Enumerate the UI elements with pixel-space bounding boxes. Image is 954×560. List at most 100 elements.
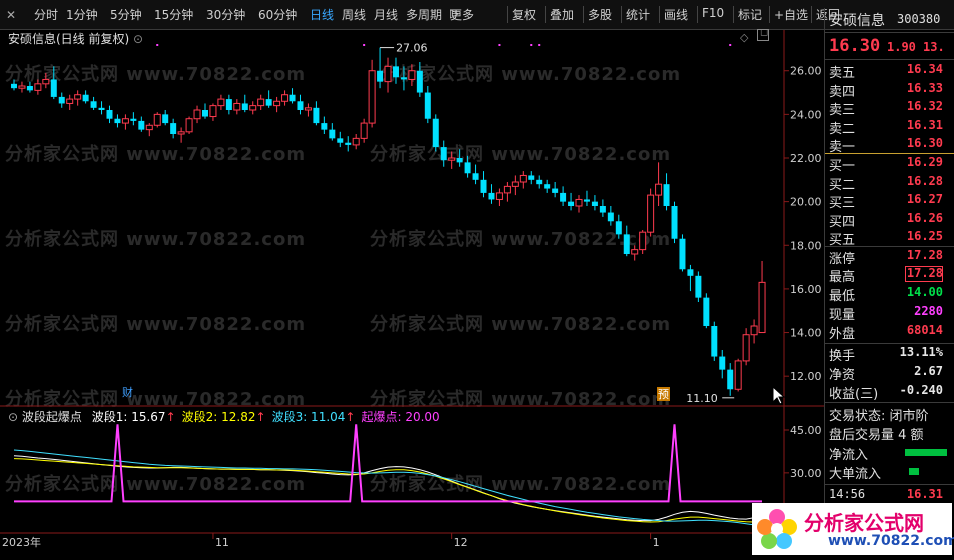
limit-up-value: 17.28	[906, 248, 943, 262]
kline-chart[interactable]: 12.00 14.00 16.00 18.00 20.00 22.00 24.00 26.00…	[0, 30, 824, 560]
bid-value: 16.25	[906, 229, 943, 243]
low-value: 14.00	[906, 285, 943, 299]
candle-body	[655, 183, 663, 196]
candle-body	[416, 70, 423, 93]
ask-value: 16.31	[906, 117, 943, 132]
candle-body	[568, 201, 575, 206]
candle-body	[162, 114, 169, 124]
nav-label: 净资	[829, 368, 856, 383]
ask-label: 卖三	[829, 103, 856, 118]
toolbar-button[interactable]: 叠加	[550, 6, 574, 23]
candle-body	[488, 192, 495, 200]
divider	[825, 343, 954, 344]
candle-body	[82, 94, 89, 102]
financial-report-marker: 财	[122, 385, 133, 399]
turnover-value: 13.11%	[899, 345, 943, 359]
period-tab[interactable]: 15分钟	[154, 6, 193, 23]
outer-value: 68014	[906, 323, 943, 337]
candle-body	[703, 297, 710, 326]
candle-body	[583, 199, 590, 202]
candle-body	[121, 118, 129, 124]
up-arrow-icon: ↑	[255, 410, 266, 424]
logo-text: 分析家公式网	[804, 511, 924, 535]
toolbar-button[interactable]: +自选	[774, 6, 808, 23]
period-tab[interactable]: 多周期	[406, 6, 442, 23]
site-logo: 分析家公式网 www.70822.com	[752, 503, 954, 555]
tick-price: 16.31	[906, 487, 943, 501]
toolbar-divider	[733, 6, 734, 23]
period-tab[interactable]: 分时	[34, 6, 58, 23]
toolbar-button[interactable]: 标记	[738, 6, 762, 23]
candle-body	[663, 184, 670, 206]
candle-body	[26, 86, 33, 91]
more-arrow-icon[interactable]: ▷	[450, 6, 459, 20]
volume-value: 2280	[914, 304, 943, 318]
candle-body	[209, 105, 217, 118]
candle-body	[11, 83, 17, 89]
event-dot	[530, 44, 533, 46]
y-axis-label: 24.00	[790, 108, 822, 121]
indicator-collapse-icon[interactable]: ⊙	[8, 410, 22, 424]
indicator-values: 波段1: 15.67↑ 波段2: 12.82↑ 波段3: 11.04↑ 起爆点: 20…	[86, 410, 440, 424]
toolbar-divider	[507, 6, 508, 23]
candle-body	[750, 325, 758, 336]
bid-value: 16.27	[906, 192, 943, 206]
candle-body	[400, 77, 407, 80]
indicator-line	[13, 458, 771, 523]
bid-value: 16.26	[906, 210, 943, 225]
candle-body	[360, 122, 368, 139]
candle-body	[337, 138, 344, 143]
candle-body	[289, 94, 296, 102]
candle-body	[671, 206, 678, 239]
ask-value: 16.33	[906, 80, 943, 95]
candle-body	[241, 103, 248, 110]
y-axis-label: 20.00	[790, 196, 822, 209]
period-tab[interactable]: 30分钟	[206, 6, 245, 23]
y-axis-label: 26.00	[790, 65, 822, 78]
divider	[825, 402, 954, 403]
period-tab[interactable]: 5分钟	[110, 6, 142, 23]
toolbar-button[interactable]: 复权	[512, 6, 536, 23]
candle-body	[408, 70, 416, 80]
candle-body	[98, 107, 105, 110]
candle-body	[511, 181, 519, 187]
period-tab[interactable]: 1分钟	[66, 6, 98, 23]
toolbar-button[interactable]: 统计	[626, 6, 650, 23]
close-icon[interactable]: ✕	[6, 8, 16, 22]
limit-up-label: 涨停	[829, 252, 856, 267]
candle-body	[758, 281, 766, 334]
candle-body	[480, 179, 487, 193]
divider	[825, 246, 954, 247]
period-tab[interactable]: 月线	[374, 6, 398, 23]
divider	[825, 32, 954, 33]
toolbar-button[interactable]: F10	[702, 6, 724, 20]
eps-value: -0.240	[899, 383, 943, 397]
candle-body	[711, 326, 718, 357]
toolbar-button[interactable]: 画线	[664, 6, 688, 23]
candle-body	[145, 124, 153, 131]
candle-body	[432, 118, 439, 148]
bid-ask-divider	[825, 153, 954, 154]
period-tab[interactable]: 日线	[310, 6, 334, 23]
low-label: 最低	[829, 289, 856, 304]
candle-body	[217, 98, 225, 107]
divider	[825, 59, 954, 60]
period-tab[interactable]: 周线	[342, 6, 366, 23]
candle-body	[138, 120, 145, 130]
logo-url: www.70822.com	[828, 533, 954, 549]
high-label: 最高	[829, 270, 856, 285]
high-box	[905, 266, 943, 282]
last-price: 16.30	[829, 36, 881, 56]
candle-body	[34, 83, 42, 91]
toolbar-button[interactable]: 多股	[588, 6, 612, 23]
candle-body	[50, 79, 57, 97]
candle-body	[575, 198, 583, 207]
ask-value: 16.30	[906, 136, 943, 150]
candle-body	[687, 269, 694, 276]
period-tab[interactable]: 60分钟	[258, 6, 297, 23]
candle-body	[153, 113, 161, 126]
candle-body	[257, 98, 265, 107]
candle-body	[177, 131, 185, 135]
indicator-value: 波段2: 12.82	[181, 410, 256, 424]
y-axis-label: 14.00	[790, 327, 822, 340]
